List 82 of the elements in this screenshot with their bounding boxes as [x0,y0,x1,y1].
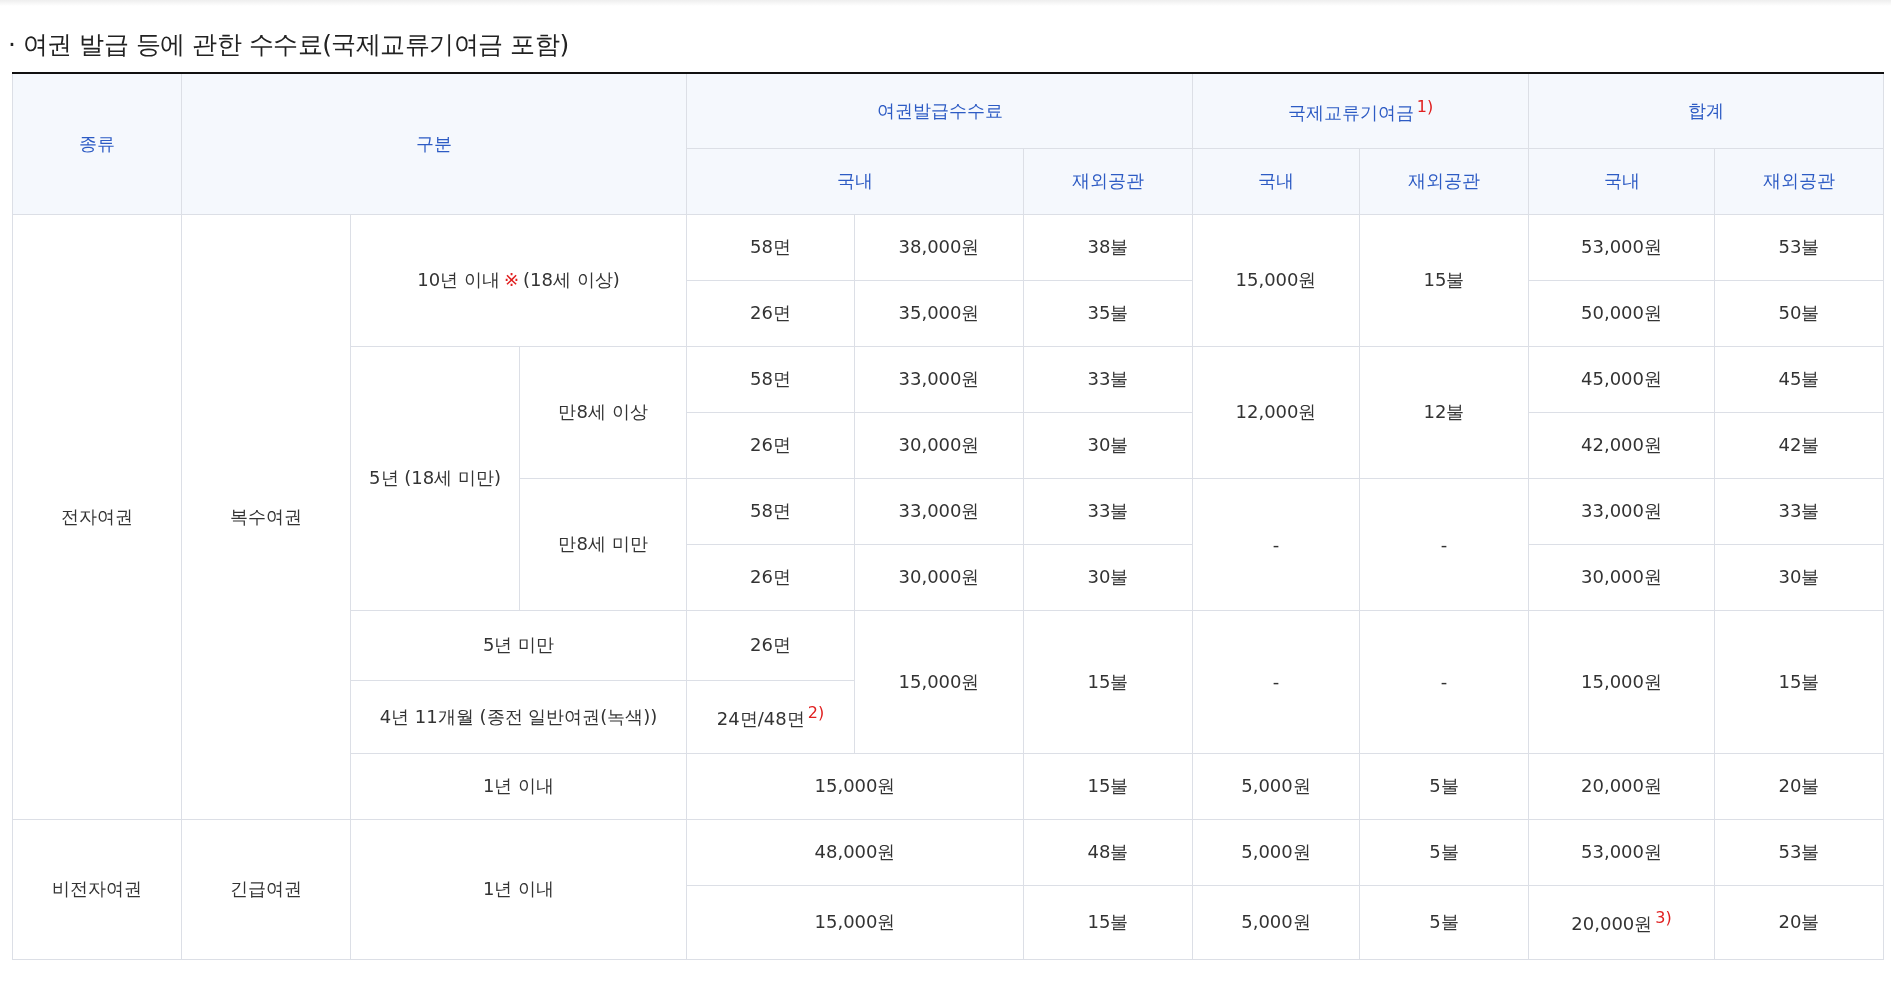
table-cell: 12불 [1359,346,1529,478]
column-header: 국내 [686,148,1024,214]
table-cell: 33불 [1023,346,1193,412]
table-cell: 1년 이내 [350,753,687,819]
column-header: 재외공관 [1714,148,1884,214]
table-cell: 30불 [1714,544,1884,610]
table-cell: 26면 [686,412,855,478]
table-cell: 5불 [1359,885,1529,959]
table-cell: 5,000원 [1192,885,1360,959]
table-cell: 33,000원 [854,478,1024,544]
table-cell: 53불 [1714,214,1884,280]
table-cell: 20불 [1714,753,1884,819]
table-cell: 35,000원 [854,280,1024,346]
column-header: 구분 [181,73,687,214]
section-title: · 여권 발급 등에 관한 수수료(국제교류기여금 포함) [7,29,570,61]
table-cell: 30,000원 [854,544,1024,610]
table-cell: 42불 [1714,412,1884,478]
table-cell: 26면 [686,610,855,680]
table-cell: 15,000원 [686,753,1024,819]
table-cell: 58면 [686,214,855,280]
table-cell: 53,000원 [1528,214,1715,280]
table-cell: 만8세 미만 [519,478,687,610]
column-header: 종류 [12,73,182,214]
table-cell: 33,000원 [854,346,1024,412]
table-cell: 만8세 이상 [519,346,687,478]
table-cell: - [1359,478,1529,610]
column-header: 국내 [1192,148,1360,214]
table-cell: 5년 (18세 미만) [350,346,520,610]
table-cell: 5불 [1359,753,1529,819]
table-cell: 5,000원 [1192,753,1360,819]
table-cell: 58면 [686,478,855,544]
table-cell: 30,000원 [1528,544,1715,610]
table-cell: 20불 [1714,885,1884,959]
table-cell: 58면 [686,346,855,412]
column-header: 합계 [1528,73,1884,148]
table-cell: 38불 [1023,214,1193,280]
table-cell: - [1192,610,1360,753]
table-cell: 30,000원 [854,412,1024,478]
table-cell: 20,000원 $^{3)}$ [1528,885,1715,959]
column-header: 재외공관 [1023,148,1193,214]
table-cell: 26면 [686,544,855,610]
table-cell: 5,000원 [1192,819,1360,885]
table-cell: 15,000원 [686,885,1024,959]
table-cell: - [1359,610,1529,753]
table-cell: 15불 [1023,753,1193,819]
table-cell: 48,000원 [686,819,1024,885]
table-cell: 15불 [1023,885,1193,959]
table-cell: 53,000원 [1528,819,1715,885]
table-cell: 1년 이내 [350,819,687,959]
column-header: 여권발급수수료 [686,73,1193,148]
table-cell: 50불 [1714,280,1884,346]
table-cell: 50,000원 [1528,280,1715,346]
table-cell: 5년 미만 [350,610,687,680]
table-cell: 33불 [1023,478,1193,544]
table-cell: 15불 [1359,214,1529,346]
table-cell: 53불 [1714,819,1884,885]
column-header: 국제교류기여금 $^{1)}$ [1192,73,1529,148]
table-cell: 15,000원 [854,610,1024,753]
table-cell: 33불 [1714,478,1884,544]
table-cell: 42,000원 [1528,412,1715,478]
table-cell: 전자여권 [12,214,182,819]
table-cell: 38,000원 [854,214,1024,280]
table-cell: 10년 이내 ※ (18세 이상) [350,214,687,346]
table-cell: 48불 [1023,819,1193,885]
table-cell: 비전자여권 [12,819,182,959]
table-cell: - [1192,478,1360,610]
table-cell: 4년 11개월 (종전 일반여권(녹색)) [350,680,687,753]
column-header: 국내 [1528,148,1715,214]
table-cell: 20,000원 [1528,753,1715,819]
table-cell: 긴급여권 [181,819,351,959]
table-cell: 33,000원 [1528,478,1715,544]
column-header: 재외공관 [1359,148,1529,214]
table-cell: 5불 [1359,819,1529,885]
table-cell: 15불 [1023,610,1193,753]
table-cell: 12,000원 [1192,346,1360,478]
table-cell: 26면 [686,280,855,346]
table-cell: 45,000원 [1528,346,1715,412]
table-cell: 15불 [1714,610,1884,753]
table-cell: 45불 [1714,346,1884,412]
table-cell: 15,000원 [1528,610,1715,753]
table-cell: 15,000원 [1192,214,1360,346]
table-cell: 복수여권 [181,214,351,819]
